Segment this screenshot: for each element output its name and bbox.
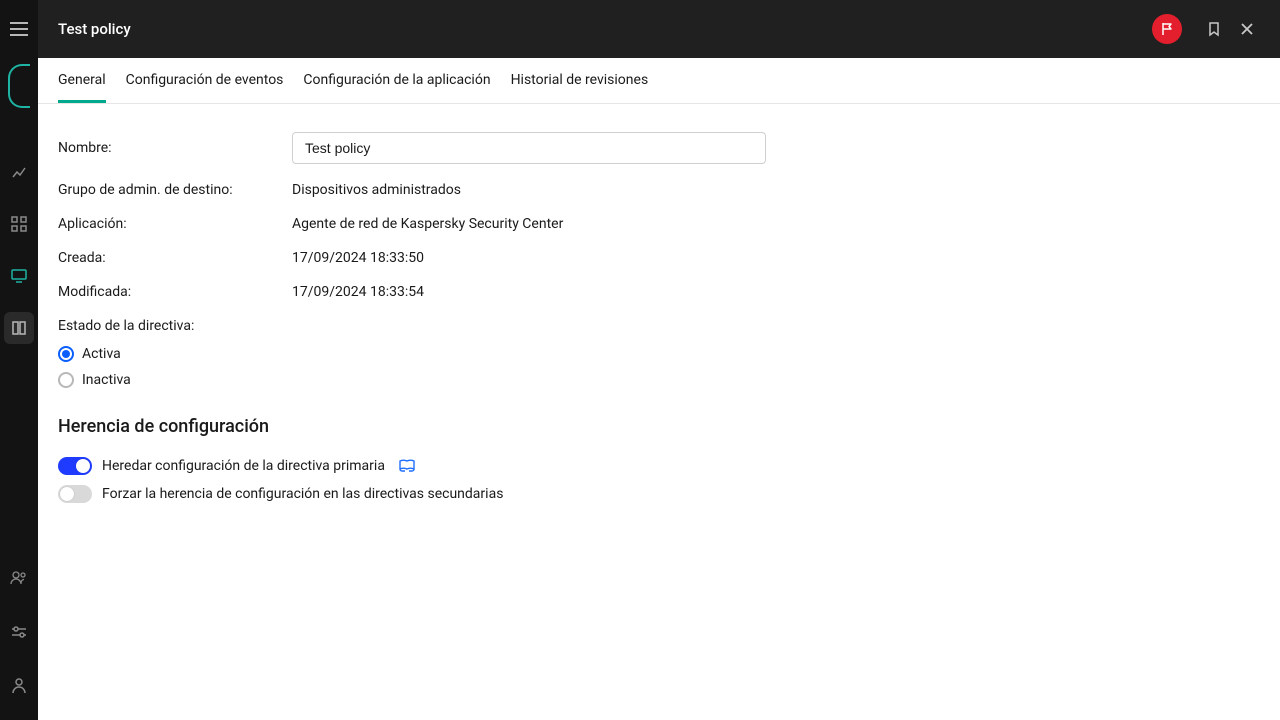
status-active-radio[interactable]: Activa [58, 346, 1260, 362]
tab-events[interactable]: Configuración de eventos [126, 58, 284, 103]
inheritance-section-title: Herencia de configuración [58, 416, 1260, 437]
group-value: Dispositivos administrados [292, 182, 461, 198]
brand-logo [8, 64, 30, 108]
name-label: Nombre: [58, 140, 292, 156]
inherit-label: Heredar configuración de la directiva pr… [102, 458, 385, 474]
panel-header: Test policy [38, 0, 1280, 58]
created-label: Creada: [58, 250, 292, 266]
nav-users[interactable] [0, 562, 38, 594]
force-inherit-toggle[interactable] [58, 485, 92, 503]
nav-profile[interactable] [0, 670, 38, 702]
close-icon[interactable] [1234, 16, 1260, 42]
radio-icon [58, 372, 74, 388]
tab-app-config[interactable]: Configuración de la aplicación [303, 58, 490, 103]
tab-label: General [58, 72, 106, 88]
status-inactive-label: Inactiva [82, 372, 131, 388]
modified-value: 17/09/2024 18:33:54 [292, 284, 424, 300]
created-value: 17/09/2024 18:33:50 [292, 250, 424, 266]
nav-apps[interactable] [0, 208, 38, 240]
nav-dashboard[interactable] [0, 156, 38, 188]
policy-panel: Test policy General Configuración de eve… [38, 0, 1280, 720]
status-label: Estado de la directiva: [58, 318, 1260, 334]
tab-label: Configuración de la aplicación [303, 72, 490, 88]
tab-revisions[interactable]: Historial de revisiones [511, 58, 649, 103]
tab-general[interactable]: General [58, 58, 106, 103]
force-inherit-label: Forzar la herencia de configuración en l… [102, 486, 503, 502]
bookmark-icon[interactable] [1200, 15, 1228, 43]
tab-bar: General Configuración de eventos Configu… [38, 58, 1280, 104]
flag-icon [1160, 22, 1174, 36]
menu-icon[interactable] [10, 22, 28, 36]
app-label: Aplicación: [58, 216, 292, 232]
radio-icon [58, 346, 74, 362]
general-content: Nombre: Grupo de admin. de destino: Disp… [38, 104, 1280, 531]
nav-selected-item[interactable] [4, 312, 34, 344]
group-label: Grupo de admin. de destino: [58, 182, 292, 198]
flag-badge[interactable] [1152, 14, 1182, 44]
nav-devices[interactable] [0, 260, 38, 292]
app-value: Agente de red de Kaspersky Security Cent… [292, 216, 563, 232]
nav-settings[interactable] [0, 616, 38, 648]
tab-label: Historial de revisiones [511, 72, 649, 88]
status-inactive-radio[interactable]: Inactiva [58, 372, 1260, 388]
tab-label: Configuración de eventos [126, 72, 284, 88]
name-input[interactable] [292, 132, 766, 164]
status-active-label: Activa [82, 346, 121, 362]
panel-title: Test policy [58, 20, 131, 38]
modified-label: Modificada: [58, 284, 292, 300]
help-icon[interactable] [399, 459, 415, 473]
left-nav-rail [0, 0, 38, 720]
inherit-toggle[interactable] [58, 457, 92, 475]
